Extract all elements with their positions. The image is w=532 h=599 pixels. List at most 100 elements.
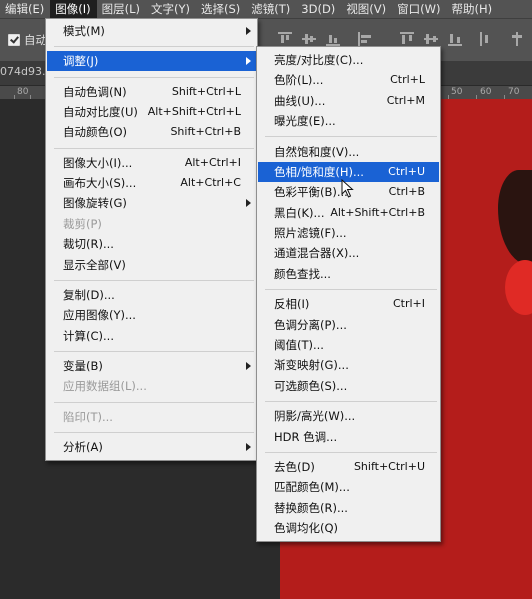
menubar-item-8[interactable]: 窗口(W) bbox=[392, 0, 446, 18]
distribute-vcenter-icon[interactable] bbox=[424, 32, 438, 46]
align-bottom-icon[interactable] bbox=[326, 32, 340, 46]
menu-item[interactable]: 模式(M) bbox=[47, 21, 256, 41]
submenu-arrow-icon bbox=[246, 27, 251, 35]
align-top-icon[interactable] bbox=[278, 32, 292, 46]
menu-item-label: 裁切(R)... bbox=[63, 237, 114, 252]
menu-item-label: 阴影/高光(W)... bbox=[274, 409, 356, 424]
adjustments-submenu: 亮度/对比度(C)... 色阶(L)... Ctrl+L 曲线(U)... Ctrl+M… bbox=[256, 46, 441, 542]
menu-item[interactable]: 匹配颜色(M)... bbox=[258, 477, 439, 497]
menu-item[interactable]: 自动对比度(U) Alt+Shift+Ctrl+L bbox=[47, 102, 256, 122]
menu-item[interactable]: 应用图像(Y)... bbox=[47, 305, 256, 325]
menu-item-shortcut: Alt+Shift+Ctrl+L bbox=[147, 105, 241, 119]
menu-separator bbox=[54, 350, 254, 352]
menu-item[interactable]: 渐变映射(G)... bbox=[258, 355, 439, 375]
menu-item[interactable]: 通道混合器(X)... bbox=[258, 243, 439, 263]
menu-item-label: 匹配颜色(M)... bbox=[274, 480, 350, 495]
menu-item[interactable]: 显示全部(V) bbox=[47, 255, 256, 275]
menu-item[interactable]: HDR 色调... bbox=[258, 427, 439, 447]
menu-separator bbox=[265, 136, 437, 138]
menu-item[interactable]: 自动色调(N) Shift+Ctrl+L bbox=[47, 82, 256, 102]
menu-item[interactable]: 色调分离(P)... bbox=[258, 315, 439, 335]
ruler-label: 70 bbox=[508, 87, 520, 97]
menu-item-label: 通道混合器(X)... bbox=[274, 246, 360, 261]
menu-item[interactable]: 颜色查找... bbox=[258, 264, 439, 284]
menu-item-label: 应用数据组(L)... bbox=[63, 379, 147, 394]
submenu-arrow-icon bbox=[246, 442, 251, 451]
menu-item-label: 陷印(T)... bbox=[63, 409, 113, 424]
menubar-item-0[interactable]: 编辑(E) bbox=[0, 0, 50, 18]
menu-item[interactable]: 黑白(K)... Alt+Shift+Ctrl+B bbox=[258, 203, 439, 223]
distribute-top-icon[interactable] bbox=[400, 32, 414, 46]
auto-select-label: 自动 bbox=[24, 33, 47, 47]
menu-item[interactable]: 画布大小(S)... Alt+Ctrl+C bbox=[47, 173, 256, 193]
submenu-arrow-icon bbox=[246, 57, 251, 66]
menu-item[interactable]: 曝光度(E)... bbox=[258, 111, 439, 131]
menu-item-label: 反相(I) bbox=[274, 297, 310, 312]
menu-item[interactable]: 计算(C)... bbox=[47, 326, 256, 346]
menubar-item-4[interactable]: 选择(S) bbox=[196, 0, 246, 18]
distribute-hcenter-icon[interactable] bbox=[510, 32, 524, 46]
menu-item[interactable]: 变量(B) bbox=[47, 356, 256, 376]
menu-item-shortcut: Ctrl+B bbox=[388, 185, 425, 199]
menu-separator bbox=[54, 279, 254, 281]
auto-select-checkbox[interactable] bbox=[8, 34, 20, 46]
menu-item-label: 显示全部(V) bbox=[63, 257, 126, 272]
menu-item[interactable]: 照片滤镜(F)... bbox=[258, 223, 439, 243]
menu-item-label: 阈值(T)... bbox=[274, 337, 324, 352]
menu-item[interactable]: 去色(D) Shift+Ctrl+U bbox=[258, 457, 439, 477]
menu-item-label: 曝光度(E)... bbox=[274, 114, 336, 129]
menu-separator bbox=[265, 289, 437, 291]
menubar-item-2[interactable]: 图层(L) bbox=[97, 0, 146, 18]
menu-item-label: 计算(C)... bbox=[63, 328, 114, 343]
menu-item-label: 曲线(U)... bbox=[274, 93, 326, 108]
menu-item[interactable]: 自动颜色(O) Shift+Ctrl+B bbox=[47, 122, 256, 142]
menu-item-label: 调整(J) bbox=[63, 54, 99, 69]
menu-item-label: 色相/饱和度(H)... bbox=[274, 164, 364, 179]
menu-item[interactable]: 阈值(T)... bbox=[258, 335, 439, 355]
menu-item[interactable]: 调整(J) bbox=[47, 51, 256, 72]
menu-item[interactable]: 阴影/高光(W)... bbox=[258, 406, 439, 426]
menubar-item-3[interactable]: 文字(Y) bbox=[146, 0, 196, 18]
menu-item-label: 自然饱和度(V)... bbox=[274, 144, 360, 159]
menu-item-shortcut: Ctrl+I bbox=[392, 297, 425, 311]
menubar-item-5[interactable]: 滤镜(T) bbox=[246, 0, 296, 18]
menu-item[interactable]: 图像旋转(G) bbox=[47, 193, 256, 213]
align-vcenter-icon[interactable] bbox=[302, 32, 316, 46]
menu-item-shortcut: Ctrl+L bbox=[390, 73, 425, 87]
menu-item[interactable]: 曲线(U)... Ctrl+M bbox=[258, 91, 439, 111]
menu-item-label: 颜色查找... bbox=[274, 266, 331, 281]
menu-item[interactable]: 复制(D)... bbox=[47, 285, 256, 305]
document-tab[interactable]: 074d93.j bbox=[0, 65, 49, 78]
menu-item[interactable]: 色调均化(Q) bbox=[258, 518, 439, 538]
menu-item[interactable]: 裁切(R)... bbox=[47, 234, 256, 254]
distribute-bottom-icon[interactable] bbox=[448, 32, 462, 46]
menu-item[interactable]: 可选颜色(S)... bbox=[258, 376, 439, 396]
menubar-item-9[interactable]: 帮助(H) bbox=[447, 0, 499, 18]
menu-item: 裁剪(P) bbox=[47, 214, 256, 234]
menu-item[interactable]: 分析(A) bbox=[47, 437, 256, 457]
menu-item[interactable]: 反相(I) Ctrl+I bbox=[258, 294, 439, 314]
menu-item[interactable]: 自然饱和度(V)... bbox=[258, 142, 439, 162]
ruler-label: 50 bbox=[451, 87, 463, 97]
menu-item-shortcut: Shift+Ctrl+L bbox=[171, 84, 241, 98]
ruler-label: 60 bbox=[480, 87, 492, 97]
menu-item-shortcut: Ctrl+M bbox=[386, 93, 425, 107]
menu-separator bbox=[54, 431, 254, 433]
menu-item-label: 渐变映射(G)... bbox=[274, 358, 349, 373]
menu-item-label: 可选颜色(S)... bbox=[274, 378, 348, 393]
distribute-left-icon[interactable] bbox=[480, 32, 494, 46]
menu-item[interactable]: 图像大小(I)... Alt+Ctrl+I bbox=[47, 153, 256, 173]
align-left-icon[interactable] bbox=[358, 32, 372, 46]
menubar-item-7[interactable]: 视图(V) bbox=[341, 0, 392, 18]
menubar-item-6[interactable]: 3D(D) bbox=[296, 0, 341, 18]
menu-item[interactable]: 替换颜色(R)... bbox=[258, 498, 439, 518]
menubar-item-1[interactable]: 图像(I) bbox=[50, 0, 97, 18]
menu-separator bbox=[265, 451, 437, 453]
menu-item[interactable]: 亮度/对比度(C)... bbox=[258, 50, 439, 70]
submenu-arrow-icon bbox=[246, 199, 251, 208]
menu-item[interactable]: 色阶(L)... Ctrl+L bbox=[258, 70, 439, 90]
menu-item-label: HDR 色调... bbox=[274, 429, 338, 444]
menu-separator bbox=[54, 401, 254, 403]
menu-item-label: 自动对比度(U) bbox=[63, 105, 138, 120]
menu-item-shortcut: Ctrl+U bbox=[388, 164, 425, 178]
